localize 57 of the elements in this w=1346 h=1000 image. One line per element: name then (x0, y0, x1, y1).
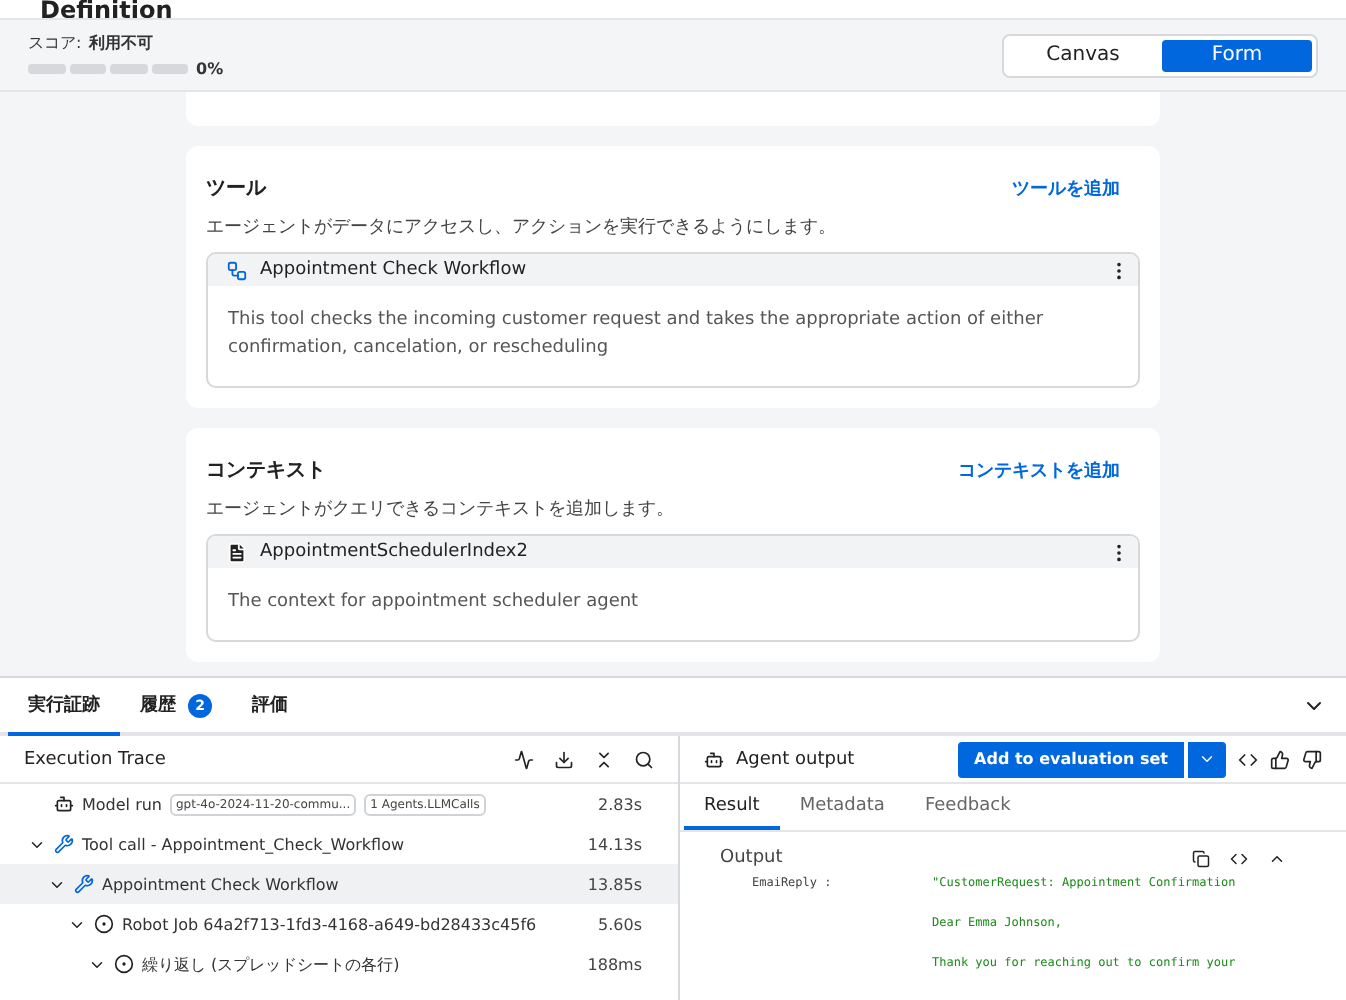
trace-row[interactable]: 繰り返し (スプレッドシートの各行) 188ms (0, 944, 678, 984)
trace-label: 繰り返し (スプレッドシートの各行) (142, 953, 400, 975)
add-to-evaluation-button[interactable]: Add to evaluation set (958, 741, 1184, 777)
thumbs-up-icon[interactable] (1270, 749, 1290, 769)
duration: 5.60s (598, 915, 642, 933)
code-icon[interactable] (1238, 749, 1258, 769)
resource-name: Appointment Check Workflow (260, 260, 529, 280)
thumbs-down-icon[interactable] (1302, 749, 1322, 769)
dropdown-button[interactable] (1186, 741, 1226, 777)
tools-icon (74, 874, 94, 894)
ai-icon (54, 794, 74, 814)
panel-tab[interactable]: 評価 (232, 678, 308, 736)
trace-row[interactable]: Tool call - Appointment_Check_Workflow 14.13s (0, 824, 678, 864)
output-tab[interactable]: Metadata (779, 784, 905, 830)
duration: 14.13s (587, 835, 642, 853)
panel-tab[interactable]: 実行証跡 (8, 678, 120, 736)
output-tab[interactable]: Feedback (904, 784, 1031, 830)
document-icon (226, 541, 248, 563)
section-title: コンテキスト (206, 458, 326, 484)
resource-description: This tool checks the incoming customer request and takes the appropriate action of either confirmation, cancelation, or rescheduling (226, 308, 1046, 362)
collapse-all-icon[interactable] (594, 749, 614, 769)
tools-icon (54, 834, 74, 854)
output-tab[interactable]: Result (684, 784, 780, 830)
code-icon[interactable] (1230, 849, 1248, 867)
page-title: Definition (40, 0, 173, 18)
duration: 13.85s (587, 875, 642, 893)
caret-icon (1198, 750, 1216, 768)
section-description: エージェントがデータにアクセスし、アクションを実行できるようにします。 (206, 215, 838, 240)
trace-label: Tool call - Appointment_Check_Workflow (82, 835, 405, 853)
trace-row[interactable]: Appointment Check Workflow 13.85s (0, 864, 678, 904)
copy-icon[interactable] (1192, 849, 1210, 867)
pane-title: Agent output (736, 749, 855, 769)
score-value: 利用不可 (89, 32, 154, 54)
score-percent: 0% (196, 60, 224, 78)
score-label: スコア: (28, 32, 82, 54)
section-title: ツール (206, 176, 266, 202)
trace-label: Model run (82, 795, 162, 813)
duration: 188ms (587, 955, 642, 973)
target-icon (94, 914, 114, 934)
pane-title: Execution Trace (24, 749, 166, 769)
resource-name: AppointmentSchedulerIndex2 (260, 542, 530, 562)
download-icon[interactable] (554, 749, 574, 769)
chart-icon[interactable] (514, 749, 534, 769)
view-option[interactable]: Form (1162, 39, 1312, 71)
llm-icon (704, 749, 724, 769)
workflow-icon (226, 259, 248, 281)
search-icon[interactable] (634, 749, 654, 769)
trace-row[interactable]: Robot Job 64a2f713-1fd3-4168-a649-bd28433c45f6 5.60s (0, 904, 678, 944)
duration: 2.83s (598, 795, 642, 813)
output-title: Output (720, 848, 783, 868)
add-link[interactable]: ツールを追加 (1012, 175, 1120, 201)
trace-label: Robot Job 64a2f713-1fd3-4168-a649-bd28433c45f6 (122, 915, 537, 933)
trace-label: Appointment Check Workflow (102, 875, 339, 893)
add-link[interactable]: コンテキストを追加 (958, 457, 1120, 483)
section-description: エージェントがクエリできるコンテキストを追加します。 (206, 497, 676, 522)
resource-description: The context for appointment scheduler agent (226, 590, 641, 616)
target-icon (114, 954, 134, 974)
